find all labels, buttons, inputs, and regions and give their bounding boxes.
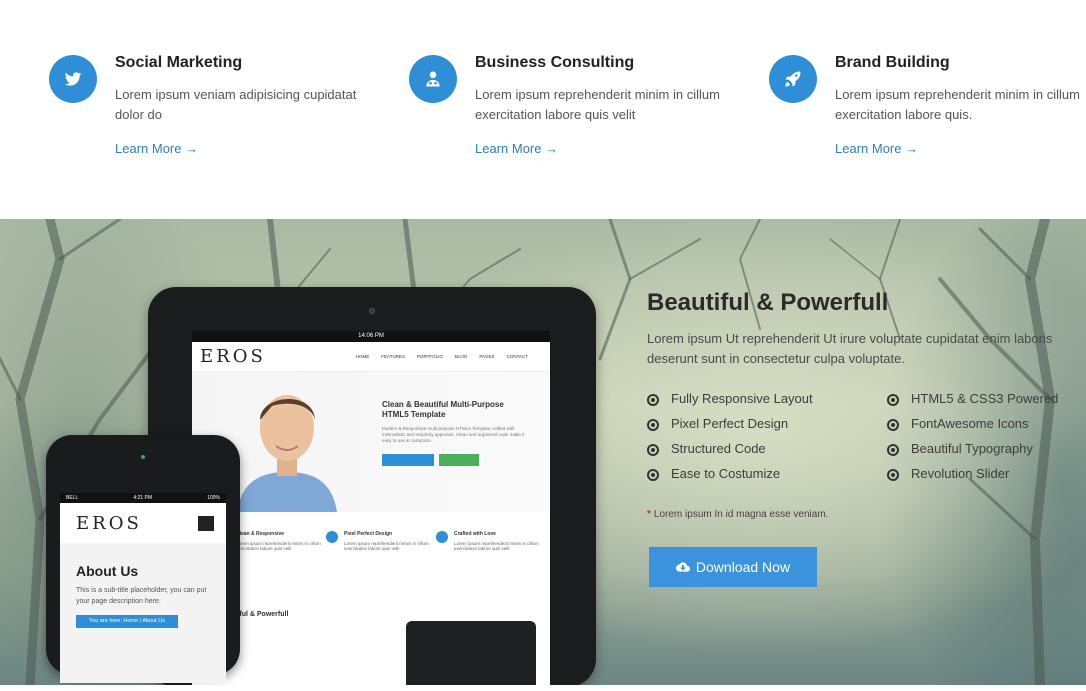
service-title: Social Marketing [115, 54, 243, 71]
feature-list-right: HTML5 & CSS3 Powered FontAwesome Icons B… [887, 389, 1086, 489]
feature-list-item: Structured Code [647, 439, 867, 464]
feature-item-label: Structured Code [671, 441, 766, 456]
dot-circle-icon [647, 394, 659, 406]
cloud-download-icon [675, 562, 690, 572]
service-social-marketing: Social Marketing Lorem ipsum veniam adip… [49, 54, 369, 174]
feature-list-left: Fully Responsive Layout Pixel Perfect De… [647, 389, 867, 489]
feature-list-item: FontAwesome Icons [887, 414, 1086, 439]
feature-list-item: Ease to Costumize [647, 464, 867, 489]
tablet-status-bar: 14:06 PM [192, 331, 550, 342]
feature-title: Beautiful & Powerfull [647, 289, 889, 316]
rocket-icon [769, 55, 817, 103]
tablet-download-button [382, 454, 434, 466]
phone-page-title: About Us [76, 563, 139, 579]
download-now-label: Download Now [695, 559, 791, 575]
feature-item-label: Ease to Costumize [671, 466, 781, 481]
required-star: * [647, 509, 651, 520]
service-title: Business Consulting [475, 54, 635, 71]
tablet-camera [369, 308, 375, 314]
learn-more-link[interactable]: Learn More → [475, 141, 558, 156]
feature-item-label: Revolution Slider [911, 466, 1010, 481]
learn-more-link[interactable]: Learn More → [115, 141, 198, 156]
phone-breadcrumb: You are here: Home / About Us [76, 615, 178, 628]
tablet-menu-item: PAGES [479, 354, 495, 359]
tablet-feature-title: Clean & Responsive [236, 531, 285, 537]
learn-more-link[interactable]: Learn More → [835, 141, 918, 156]
tablet-menu-item: HOME [355, 354, 370, 359]
feature-list-item: Pixel Perfect Design [647, 414, 867, 439]
service-title: Brand Building [835, 54, 950, 71]
phone-carrier: BELL [66, 495, 79, 501]
tablet-nav: EROS HOME FEATURES PORTFOLIO BLOG PAGES … [192, 342, 550, 372]
service-text: Lorem ipsum veniam adipisicing cupidatat… [115, 87, 357, 122]
user-md-icon [409, 55, 457, 103]
feature-list-item: Revolution Slider [887, 464, 1086, 489]
feature-item-label: HTML5 & CSS3 Powered [911, 391, 1059, 406]
tablet-feature-title: Pixel Perfect Design [344, 531, 393, 537]
feature-item-label: Fully Responsive Layout [671, 391, 813, 406]
feature-item-label: Pixel Perfect Design [671, 416, 789, 431]
dot-circle-icon [887, 444, 899, 456]
tablet-learn-button [439, 454, 479, 466]
tablet-feature-text: Lorem ipsum reprehenderit minim in cillu… [344, 541, 429, 551]
phone-time: 4:21 PM [133, 495, 153, 501]
dot-circle-icon [647, 469, 659, 481]
tablet-feature-text: Lorem ipsum reprehenderit minim in cillu… [236, 541, 321, 551]
service-text: Lorem ipsum reprehenderit minim in cillu… [835, 87, 1080, 122]
tablet-hero-title: Clean & Beautiful Multi-Purpose HTML5 Te… [382, 400, 504, 419]
dot-circle-icon [887, 394, 899, 406]
twitter-icon [49, 55, 97, 103]
feature-lead: Lorem ipsum Ut reprehenderit Ut irure vo… [647, 331, 1053, 366]
phone-status-bar: BELL 4:21 PM 100% [60, 493, 226, 503]
tablet-menu-item: BLOG [454, 354, 468, 359]
feature-note-text: Lorem ipsum In id magna esse veniam. [653, 509, 829, 520]
tablet-screen: 14:06 PM EROS HOME FEATURES PORTFOLIO BL… [192, 331, 550, 685]
phone-screen: BELL 4:21 PM 100% EROS About Us This is … [60, 493, 226, 683]
band-bottom-strip [0, 685, 1086, 691]
feature-note: * Lorem ipsum In id magna esse veniam. [647, 509, 828, 520]
feature-list-item: Beautiful Typography [887, 439, 1086, 464]
tablet-menu: HOME FEATURES PORTFOLIO BLOG PAGES CONTA… [356, 354, 528, 359]
tablet-menu-item: PORTFOLIO [416, 354, 443, 359]
phone-camera [141, 455, 145, 459]
phone-mockup: BELL 4:21 PM 100% EROS About Us This is … [46, 435, 240, 683]
dot-circle-icon [887, 419, 899, 431]
service-business-consulting: Business Consulting Lorem ipsum reprehen… [409, 54, 729, 174]
feature-list-item: Fully Responsive Layout [647, 389, 867, 414]
tablet-feature-text: Lorem ipsum reprehenderit minim in cillu… [454, 541, 539, 551]
services-section: Social Marketing Lorem ipsum veniam adip… [0, 0, 1086, 219]
hamburger-icon [198, 515, 214, 531]
feature-list-item: HTML5 & CSS3 Powered [887, 389, 1086, 414]
phone-page-text: This is a sub-title placeholder, you can… [76, 587, 207, 605]
service-brand-building: Brand Building Lorem ipsum reprehenderit… [769, 54, 1086, 174]
dot-circle-icon [647, 444, 659, 456]
dot-circle-icon [887, 469, 899, 481]
dot-circle-icon [647, 419, 659, 431]
tablet-feature-title: Crafted with Love [454, 531, 496, 537]
feature-item-label: FontAwesome Icons [911, 416, 1029, 431]
tablet-menu-item: CONTACT [506, 354, 528, 359]
tablet-inner-device [406, 621, 536, 685]
tablet-feature-icon [326, 531, 338, 543]
phone-page: About Us This is a sub-title placeholder… [60, 543, 226, 683]
phone-nav: EROS [60, 503, 226, 543]
tablet-hero-text: Modern & Responsive multi-purpose HTML5 … [382, 426, 525, 443]
download-now-button[interactable]: Download Now [649, 547, 817, 587]
tablet-menu-item: FEATURES [381, 354, 405, 359]
phone-battery: 100% [207, 495, 220, 501]
person-photo [237, 395, 337, 512]
feature-item-label: Beautiful Typography [911, 441, 1033, 456]
tablet-feature-icon [436, 531, 448, 543]
tablet-hero: Clean & Beautiful Multi-Purpose HTML5 Te… [192, 372, 550, 512]
phone-logo: EROS [76, 512, 142, 534]
feature-content: Beautiful & Powerfull Lorem ipsum Ut rep… [647, 289, 1086, 587]
tablet-logo: EROS [200, 346, 266, 367]
service-text: Lorem ipsum reprehenderit minim in cillu… [475, 87, 720, 122]
feature-band: 14:06 PM EROS HOME FEATURES PORTFOLIO BL… [0, 219, 1086, 685]
